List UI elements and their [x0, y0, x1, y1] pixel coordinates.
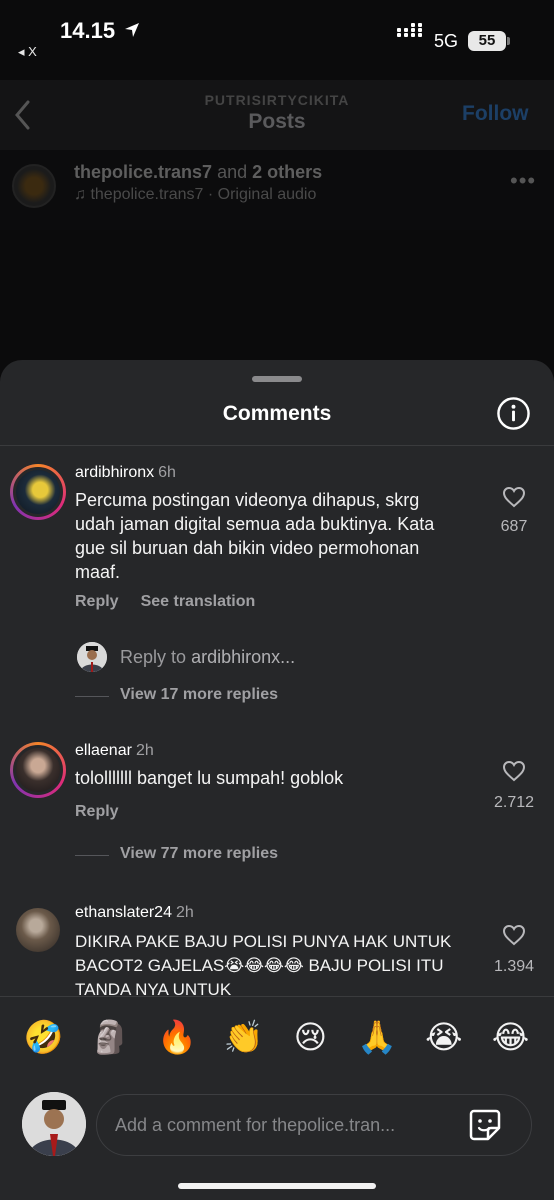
battery-icon: 55 [468, 31, 506, 51]
status-time: 14.15 [60, 18, 116, 43]
post-audio-label: thepolice.trans7 · Original audio [90, 186, 317, 203]
emoji-pray[interactable]: 🙏 [352, 1018, 402, 1056]
emoji-moai[interactable]: 🗿 [85, 1018, 135, 1056]
sticker-icon[interactable] [468, 1108, 502, 1142]
comment-username[interactable]: ethanslater24 [75, 904, 172, 921]
comment-text: tololllllll banget lu sumpah! goblok [75, 768, 344, 788]
heart-icon[interactable] [502, 924, 526, 946]
comment-input[interactable] [96, 1094, 532, 1156]
post-author-line[interactable]: thepolice.trans7 and 2 others [74, 162, 322, 183]
reply-button[interactable]: Reply [75, 593, 119, 610]
home-indicator[interactable] [178, 1183, 376, 1189]
comment-composer [0, 1076, 554, 1176]
music-note-icon: ♫ [74, 186, 86, 203]
emoji-bar: 🤣 🗿 🔥 👏 😢 🙏 😭 😂 [0, 996, 554, 1076]
emoji-fire[interactable]: 🔥 [152, 1018, 202, 1056]
comment-list[interactable]: ardibhironx 6h Percuma postingan videonya… [0, 446, 554, 996]
location-arrow-icon [125, 23, 139, 37]
comment-actions: Reply See translation [75, 593, 277, 611]
reply-prompt[interactable]: Reply to ardibhironx... [120, 647, 295, 668]
comments-sheet: Comments ardibhironx 6h Percuma postingan… [0, 360, 554, 1200]
comment-text: DIKIRA PAKE BAJU POLISI PUNYA HAK UNTUK … [75, 932, 452, 996]
screen: 14.15 ◂ X 5G 55 PUTRISIRTYCIKITA Posts F… [0, 0, 554, 1200]
see-translation-button[interactable]: See translation [141, 593, 256, 610]
comment-actions: Reply [75, 803, 141, 821]
my-avatar-small [77, 642, 107, 672]
like-count: 687 [500, 518, 528, 535]
heart-icon[interactable] [502, 486, 526, 508]
emoji-sob[interactable]: 😭 [419, 1018, 469, 1056]
like-count: 1.394 [493, 958, 535, 975]
comment-age: 2h [175, 904, 194, 921]
view-more-replies[interactable]: View 77 more replies [120, 845, 278, 863]
battery-tip [507, 37, 510, 45]
comment-username[interactable]: ellaenar [75, 742, 132, 759]
comment-age: 2h [135, 742, 154, 759]
avatar[interactable] [10, 902, 66, 958]
thread-line [75, 855, 109, 856]
follow-button[interactable]: Follow [462, 102, 529, 126]
back-to-app-link[interactable]: ◂ X [18, 44, 37, 60]
post-audio[interactable]: ♫ thepolice.trans7 · Original audio [74, 186, 316, 204]
post-and-text: and [217, 162, 248, 182]
reply-prompt-user: ardibhironx... [191, 647, 296, 667]
reply-to-row[interactable]: Reply to ardibhironx... [75, 642, 535, 676]
post-author-avatar[interactable] [12, 164, 56, 208]
emoji-rofl[interactable]: 🤣 [18, 1018, 68, 1056]
status-bar: 14.15 ◂ X 5G 55 [0, 0, 554, 70]
emoji-joy[interactable]: 😂 [486, 1018, 536, 1056]
my-avatar [22, 1092, 86, 1156]
comment-age: 6h [158, 464, 176, 481]
post-others[interactable]: 2 others [252, 162, 322, 182]
heart-icon[interactable] [502, 760, 526, 782]
network-type: 5G [434, 31, 459, 51]
post-header: thepolice.trans7 and 2 others ♫ thepolic… [0, 150, 554, 230]
signal-icon [397, 33, 422, 37]
more-options-icon[interactable]: ••• [510, 168, 536, 194]
view-more-replies[interactable]: View 17 more replies [120, 686, 278, 704]
like-count: 2.712 [493, 794, 535, 811]
reply-button[interactable]: Reply [75, 803, 119, 820]
sheet-title: Comments [222, 402, 332, 425]
reply-prompt-prefix: Reply to [120, 647, 187, 667]
info-icon[interactable] [496, 396, 531, 431]
avatar[interactable] [10, 464, 66, 520]
thread-line [75, 696, 109, 697]
comment-username-line[interactable]: ellaenar 2h [75, 742, 154, 760]
avatar[interactable] [10, 742, 66, 798]
emoji-crying[interactable]: 😢 [285, 1018, 335, 1056]
post-author[interactable]: thepolice.trans7 [74, 162, 212, 182]
emoji-clap[interactable]: 👏 [219, 1018, 269, 1056]
comment-username[interactable]: ardibhironx [75, 464, 154, 481]
sheet-drag-handle[interactable] [252, 376, 302, 382]
comment-username-line[interactable]: ethanslater24 2h [75, 904, 194, 922]
comment-text: Percuma postingan videonya dihapus, skrg… [75, 490, 435, 582]
posts-header: PUTRISIRTYCIKITA Posts Follow [0, 80, 554, 150]
comment-username-line[interactable]: ardibhironx 6h [75, 464, 176, 482]
